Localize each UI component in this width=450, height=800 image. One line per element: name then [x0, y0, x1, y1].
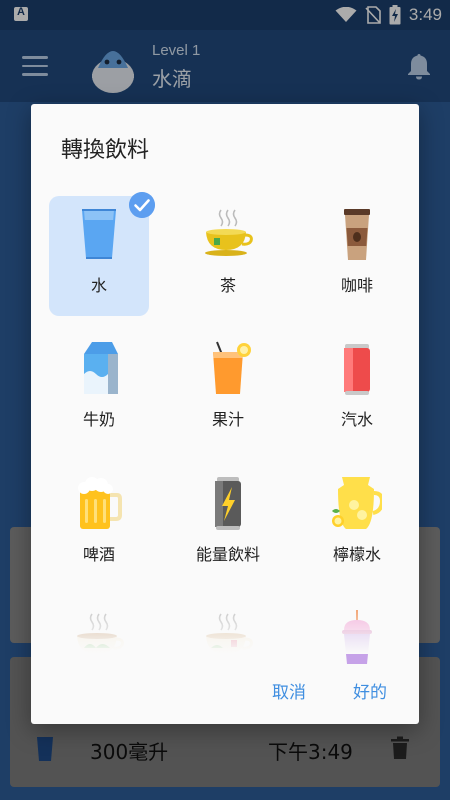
drink-option-energy-drink[interactable]: 能量飲料 [178, 465, 278, 585]
drink-option-tea[interactable]: 茶 [178, 196, 278, 316]
ok-button[interactable]: 好的 [353, 678, 387, 703]
drink-option-water[interactable]: 水 [49, 192, 155, 316]
beer-mug-icon [78, 477, 122, 529]
drink-label: 啤酒 [82, 545, 115, 564]
cancel-button[interactable]: 取消 [272, 678, 306, 703]
drink-label: 果汁 [211, 410, 244, 429]
dialog-title: 轉換飲料 [61, 138, 150, 163]
coffee-cup-icon [344, 209, 370, 260]
scroll-fade [31, 596, 419, 654]
milk-carton-icon [84, 342, 118, 394]
drink-label: 汽水 [340, 410, 373, 429]
drink-option-juice[interactable]: 果汁 [178, 330, 278, 450]
drink-label: 牛奶 [82, 410, 115, 429]
lemonade-pitcher-icon [332, 477, 382, 529]
tea-cup-icon [205, 209, 253, 256]
drink-option-coffee[interactable]: 咖啡 [307, 196, 407, 316]
juice-glass-icon [213, 341, 251, 394]
soda-can-icon [344, 344, 370, 395]
drink-label: 能量飲料 [195, 545, 260, 564]
drink-label: 茶 [219, 276, 236, 295]
drink-label: 咖啡 [340, 276, 373, 295]
drink-option-lemonade[interactable]: 檸檬水 [307, 465, 407, 585]
energy-drink-icon [215, 477, 241, 530]
drink-picker-dialog: 轉換飲料 水 茶 咖啡 牛奶 果汁 汽水 啤酒 能量飲料 檸檬水 取消 好的 [31, 104, 419, 724]
drink-label: 水 [90, 276, 107, 295]
drink-option-beer[interactable]: 啤酒 [49, 465, 149, 585]
check-icon [129, 192, 155, 218]
drink-label: 檸檬水 [332, 545, 381, 564]
drink-option-soda[interactable]: 汽水 [307, 330, 407, 450]
water-glass-icon [82, 209, 116, 259]
drink-option-milk[interactable]: 牛奶 [49, 330, 149, 450]
